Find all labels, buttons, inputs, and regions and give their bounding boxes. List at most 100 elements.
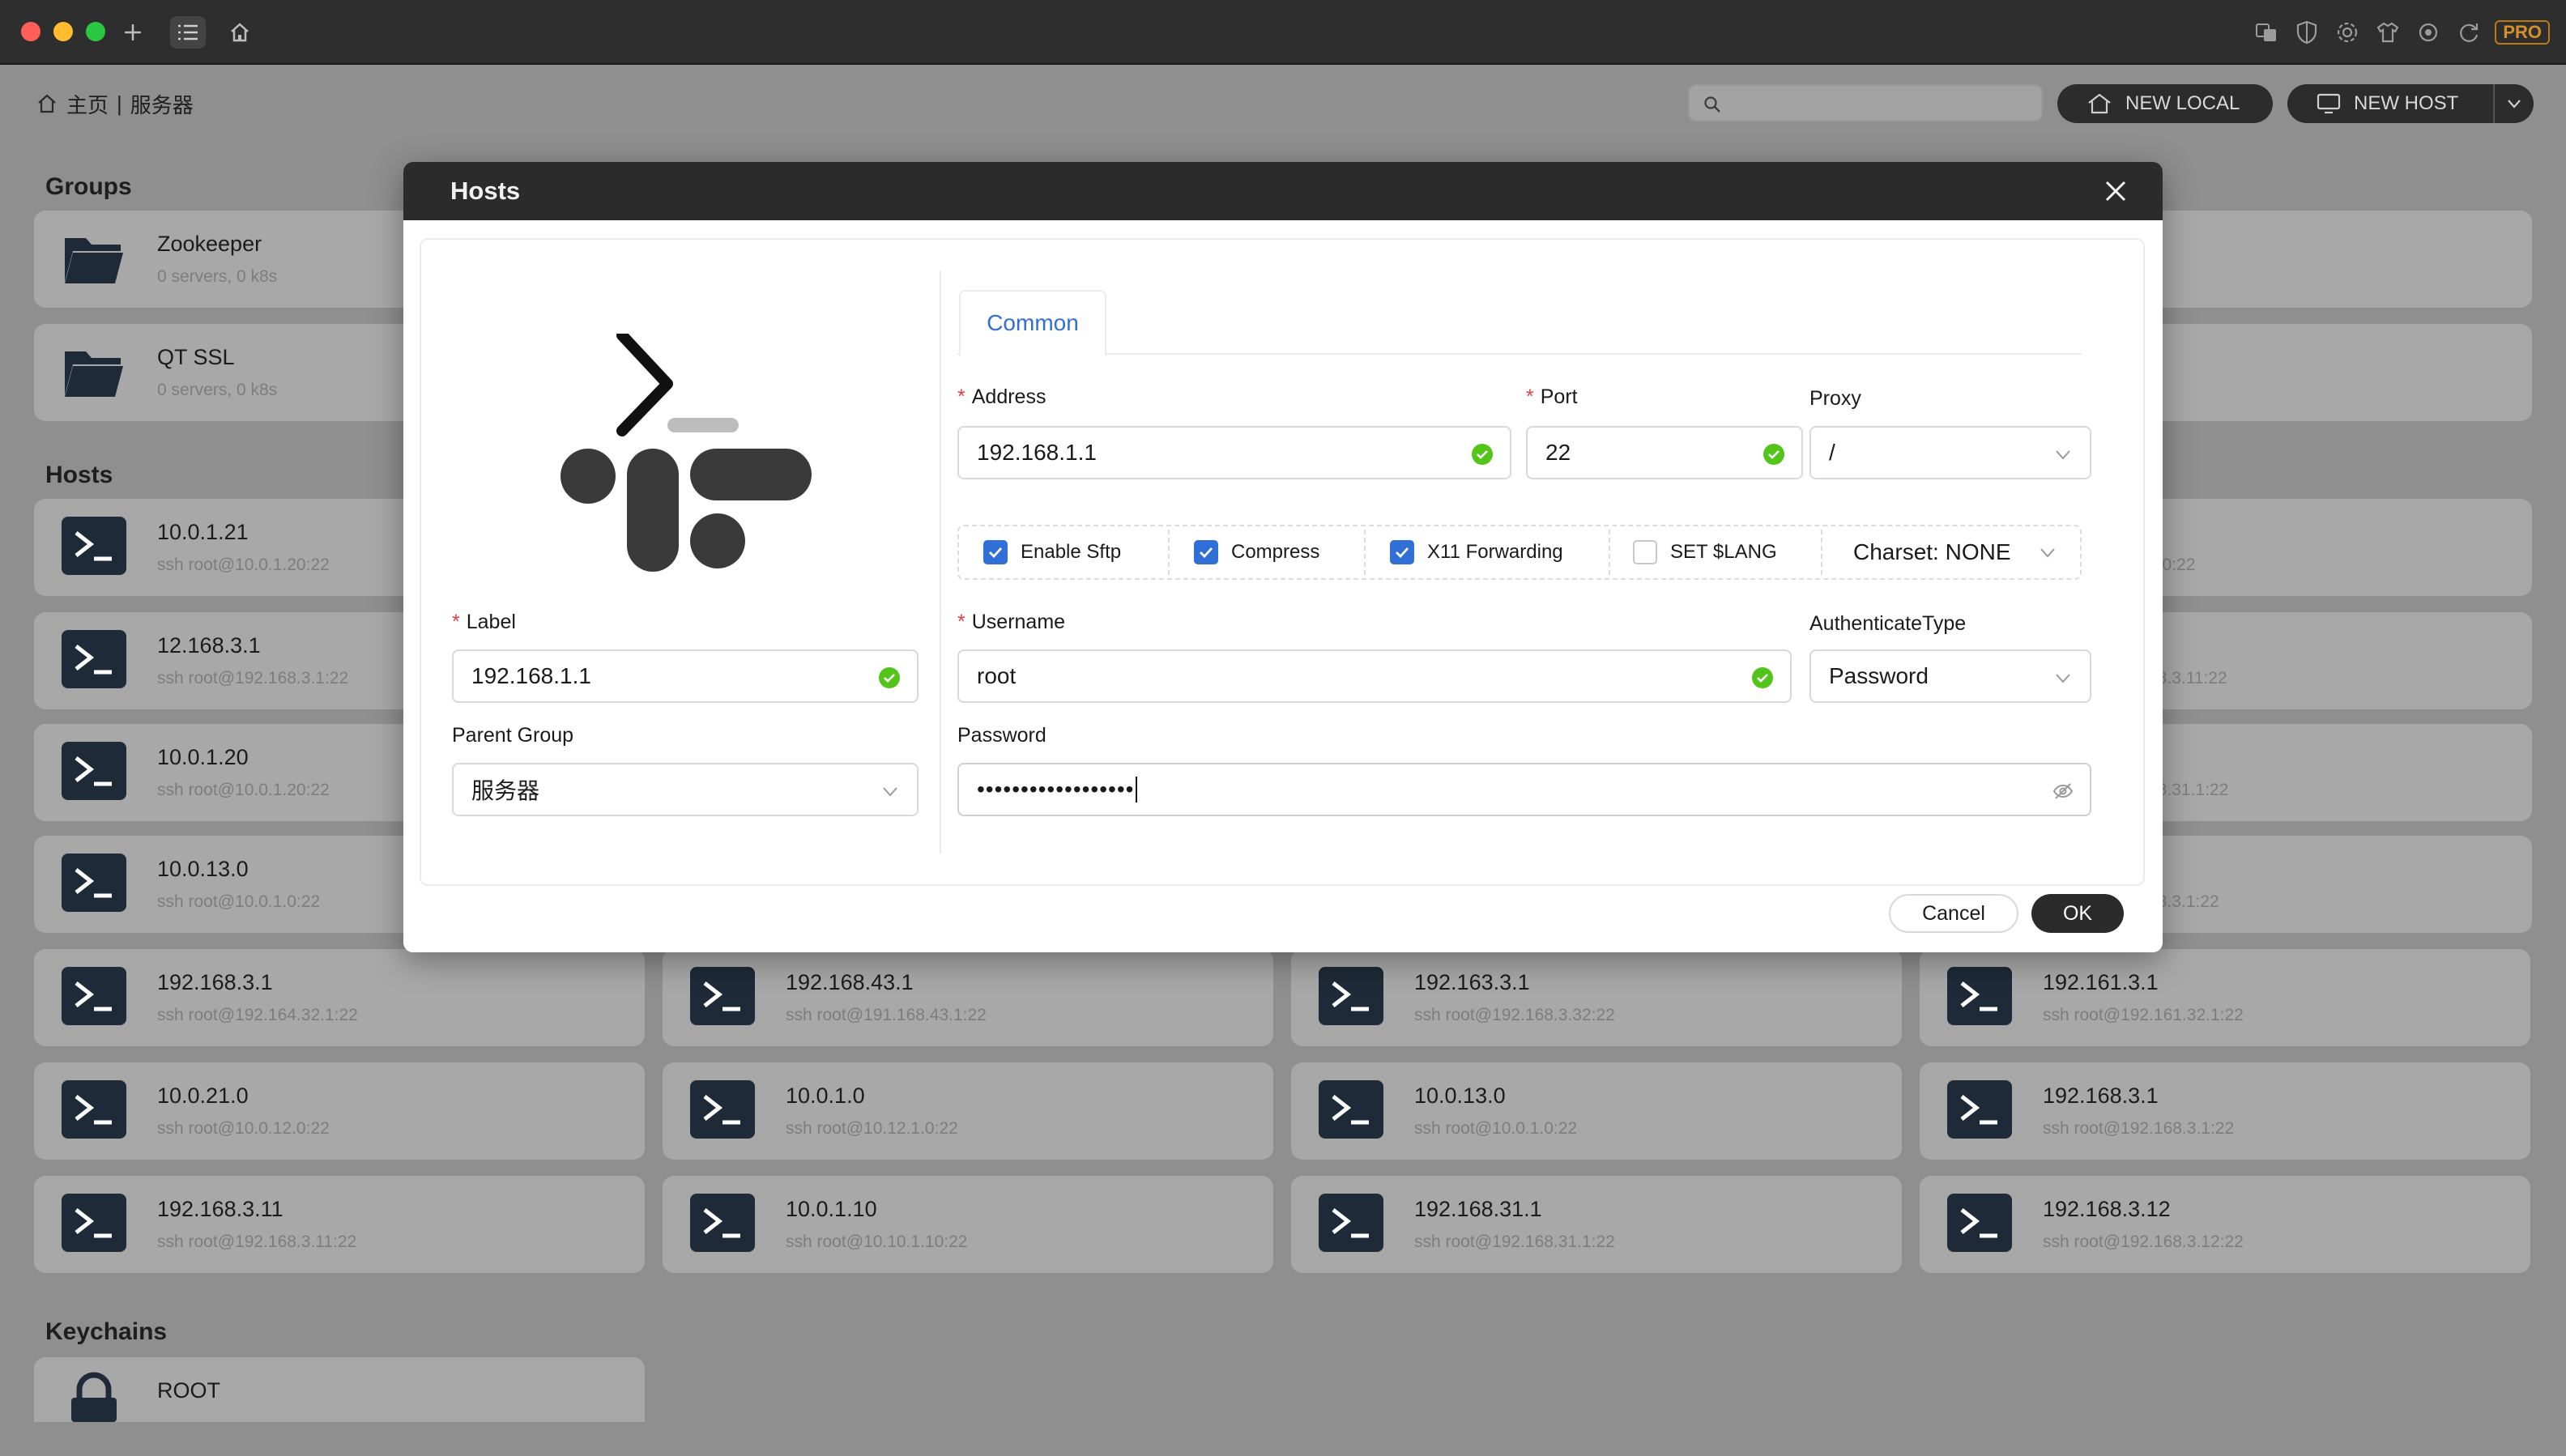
checkbox-unchecked-icon (1633, 540, 1657, 564)
host-name: 10.0.1.21 (157, 520, 249, 544)
home-icon[interactable] (36, 92, 58, 115)
host-card[interactable]: 192.161.3.1 ssh root@192.161.32.1:22 (1920, 949, 2530, 1046)
gear-icon[interactable] (2333, 18, 2362, 47)
eye-off-icon[interactable] (2052, 781, 2074, 802)
host-card[interactable]: 192.168.3.1 ssh root@192.168.3.1:22 (1920, 1062, 2530, 1160)
auth-type-select[interactable]: Password (1809, 649, 2091, 703)
options-row: Enable Sftp Compress X11 Forwarding SET … (957, 525, 2082, 580)
host-name: 10.0.1.0 (786, 1083, 865, 1108)
lock-icon (62, 1370, 126, 1432)
translate-icon[interactable] (2252, 18, 2281, 47)
port-input[interactable]: 22 (1526, 426, 1803, 479)
check-circle-icon (1752, 667, 1773, 688)
breadcrumb: 主页 | 服务器 (36, 91, 194, 117)
chevron-down-icon (2508, 100, 2521, 109)
host-name: 10.0.13.0 (157, 857, 249, 881)
username-input[interactable]: root (957, 649, 1792, 703)
host-card[interactable]: 192.163.3.1 ssh root@192.168.3.32:22 (1291, 949, 1902, 1046)
breadcrumb-home[interactable]: 主页 (66, 89, 109, 119)
shield-icon[interactable] (2292, 18, 2321, 47)
chip-icon[interactable] (2414, 18, 2443, 47)
host-address: ssh root@10.10.1.10:22 (786, 1232, 968, 1251)
new-host-button[interactable]: NEW HOST (2287, 84, 2534, 123)
plus-icon[interactable] (118, 18, 147, 47)
group-summary: 0 servers, 0 k8s (157, 267, 278, 286)
divider (1364, 530, 1366, 575)
address-input[interactable]: 192.168.1.1 (957, 426, 1511, 479)
host-card[interactable]: 10.0.1.0 ssh root@10.12.1.0:22 (663, 1062, 1273, 1160)
host-address: ssh root@10.0.1.20:22 (157, 556, 330, 574)
host-card[interactable]: 10.0.13.0 ssh root@10.0.1.0:22 (1291, 1062, 1902, 1160)
host-card[interactable]: 192.168.3.1 ssh root@192.164.32.1:22 (34, 949, 645, 1046)
list-icon[interactable] (170, 16, 206, 49)
password-label: Password (957, 724, 1046, 747)
home-icon[interactable] (225, 18, 254, 47)
charset-select[interactable]: Charset: NONE (1853, 528, 2058, 577)
label-field-label: * Label (452, 611, 516, 633)
hosts-title: Hosts (45, 462, 113, 488)
group-summary: 0 servers, 0 k8s (157, 381, 278, 399)
new-host-label: NEW HOST (2354, 92, 2459, 114)
modal-body: * Label 192.168.1.1 Parent Group 服务器 Comm… (420, 238, 2145, 886)
host-card[interactable]: 10.0.1.10 ssh root@10.10.1.10:22 (663, 1176, 1273, 1273)
modal-header: Hosts (403, 162, 2163, 220)
breadcrumb-current: 服务器 (130, 92, 194, 117)
terminal-icon (62, 854, 126, 915)
host-name: 10.0.1.10 (786, 1197, 877, 1221)
x11-forwarding-checkbox[interactable]: X11 Forwarding (1390, 528, 1563, 577)
close-window-button[interactable] (21, 22, 40, 41)
enable-sftp-checkbox[interactable]: Enable Sftp (983, 528, 1121, 577)
password-input[interactable]: •••••••••••••••••• (957, 763, 2091, 816)
maximize-window-button[interactable] (86, 22, 105, 41)
host-card[interactable]: 192.168.3.11 ssh root@192.168.3.11:22 (34, 1176, 645, 1273)
window-titlebar: PRO (0, 0, 2566, 65)
divider (1168, 530, 1170, 575)
host-name: 10.0.21.0 (157, 1083, 249, 1108)
ok-button[interactable]: OK (2031, 894, 2124, 933)
host-name: 10.0.13.0 (1414, 1083, 1506, 1108)
pro-badge[interactable]: PRO (2495, 20, 2550, 45)
app-logo-icon (561, 330, 812, 585)
username-label: * Username (957, 611, 1066, 633)
host-address: ssh root@192.168.3.1:22 (157, 669, 349, 688)
checkbox-checked-icon (1390, 540, 1414, 564)
chevron-down-icon (2056, 674, 2070, 683)
cancel-button[interactable]: Cancel (1889, 894, 2018, 933)
minimize-window-button[interactable] (53, 22, 73, 41)
new-local-button[interactable]: NEW LOCAL (2057, 84, 2273, 123)
group-name: Zookeeper (157, 232, 262, 256)
check-circle-icon (879, 667, 900, 688)
parent-group-select[interactable]: 服务器 (452, 763, 919, 816)
search-input[interactable] (1688, 84, 2043, 121)
check-circle-icon (1763, 444, 1784, 465)
chevron-down-icon (2056, 450, 2070, 460)
terminal-icon (62, 967, 126, 1028)
chevron-down-icon (2040, 548, 2055, 558)
set-lang-checkbox[interactable]: SET $LANG (1633, 528, 1777, 577)
search-icon (1704, 96, 1720, 113)
tab-common[interactable]: Common (959, 290, 1106, 356)
host-card[interactable]: 192.168.3.12 ssh root@192.168.3.12:22 (1920, 1176, 2530, 1273)
host-card[interactable]: 192.168.31.1 ssh root@192.168.31.1:22 (1291, 1176, 1902, 1273)
checkbox-checked-icon (1194, 540, 1218, 564)
host-name: 10.0.1.20 (157, 745, 249, 769)
refresh-icon[interactable] (2454, 18, 2483, 47)
terminal-icon (1319, 1194, 1383, 1255)
keychain-card-root[interactable]: ROOT (34, 1357, 645, 1422)
host-card[interactable]: 192.168.43.1 ssh root@191.168.43.1:22 (663, 949, 1273, 1046)
proxy-select[interactable]: / (1809, 426, 2091, 479)
host-address: ssh root@10.0.1.0:22 (1414, 1119, 1578, 1138)
host-name: 192.168.3.1 (2043, 1083, 2159, 1108)
host-card[interactable]: 10.0.21.0 ssh root@10.0.12.0:22 (34, 1062, 645, 1160)
label-input[interactable]: 192.168.1.1 (452, 649, 919, 703)
terminal-icon (62, 1194, 126, 1255)
home-icon (2088, 93, 2111, 114)
compress-checkbox[interactable]: Compress (1194, 528, 1319, 577)
shirt-icon[interactable] (2373, 18, 2402, 47)
new-host-dropdown[interactable] (2493, 84, 2534, 123)
divider (1609, 530, 1610, 575)
host-name: 192.161.3.1 (2043, 970, 2159, 994)
host-name: 192.168.3.12 (2043, 1197, 2171, 1221)
keychain-name: ROOT (157, 1378, 220, 1403)
close-icon[interactable] (2101, 177, 2130, 206)
